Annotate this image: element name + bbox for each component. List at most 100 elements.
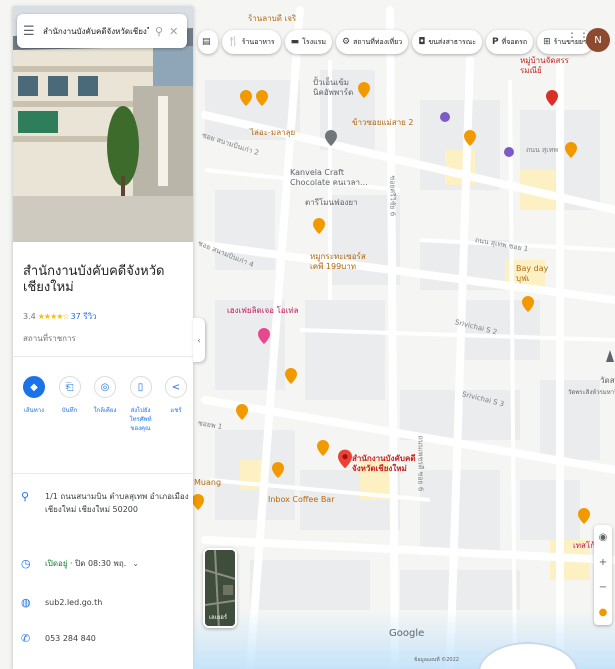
place-category[interactable]: สถานที่ราชการ	[23, 332, 183, 345]
nearby-button[interactable]: ◎ ใกล้เคียง	[90, 376, 120, 433]
restaurant-pin-icon[interactable]	[317, 440, 329, 456]
action-label: บันทึก	[61, 407, 78, 414]
cafe-pin-icon[interactable]	[272, 462, 284, 478]
chip-transit[interactable]: ◘ ขนส่งสาธารณะ	[412, 30, 483, 54]
poi-label[interactable]: Kanvela Craft Chocolate คนเวลา...	[290, 168, 368, 188]
bookmark-icon: ⎗	[58, 376, 81, 398]
layers-label: เลเยอร์	[209, 614, 228, 621]
chip-hotels[interactable]: ▬ โรงแรม	[284, 30, 332, 54]
transit-icon: ◘	[418, 37, 426, 47]
chevron-left-icon: ‹	[197, 335, 201, 345]
restaurant-pin-icon[interactable]	[256, 90, 268, 106]
street-label: ถนนเพชรดี ซอย 6	[416, 435, 425, 492]
restaurant-pin-icon[interactable]	[578, 508, 590, 524]
poi-label[interactable]: ตารีโมนฟองยา	[305, 198, 358, 208]
map-copyright[interactable]: ข้อมูลแผนที่ ©2022	[414, 656, 459, 664]
poi-label[interactable]: ข้าวซอยแม่สาย 2	[352, 118, 414, 128]
hours-detail: · ปิด 08:30 พฤ.	[67, 559, 127, 568]
chip-label: ร้านอาหาร	[241, 37, 275, 46]
poi-label[interactable]: Bay day บุฟเ	[516, 264, 548, 284]
address-row[interactable]: ⚲ 1/1 ถนนสนามบิน ตำบลสุเทพ อำเภอเมืองเชี…	[21, 490, 189, 516]
place-header: สำนักงานบังคับคดีจังหวัดเชียงใหม่ 3.4 ★★…	[13, 242, 193, 345]
chip-label: ขนส่งสาธารณะ	[428, 37, 477, 46]
location-pin-icon: ⚲	[21, 490, 30, 503]
chevron-down-icon[interactable]: ⌄	[132, 559, 139, 568]
send-to-phone-button[interactable]: ▯ ส่งไปยังโทรศัพท์ของคุณ	[126, 376, 156, 433]
chips-scroll-left-button[interactable]: ▤	[198, 30, 218, 54]
street-label: ซอยศรีวิชัย 6	[388, 175, 397, 217]
chip-parking[interactable]: P ที่จอดรถ	[486, 30, 534, 54]
restaurant-icon: 🍴	[227, 37, 239, 47]
poi-label[interactable]: ปั้วเอ็นเข้ม นิคอัพพาร์ต	[313, 78, 353, 98]
chip-label: โรงแรม	[302, 37, 326, 46]
address-text: 1/1 ถนนสนามบิน ตำบลสุเทพ อำเภอเมืองเชียง…	[45, 492, 189, 514]
poi-label[interactable]: หมูกระทะเซอร์ส เคพี 199บาท	[310, 252, 366, 272]
phone-row[interactable]: ✆ 053 284 840	[21, 632, 189, 645]
share-button[interactable]: < แชร์	[161, 376, 191, 433]
poi-label[interactable]: ร้านลาบดี เจริ	[248, 14, 296, 24]
phone-text: 053 284 840	[45, 634, 96, 643]
divider	[13, 473, 193, 474]
hospital-pin-icon[interactable]	[546, 90, 558, 106]
restaurant-pin-icon[interactable]	[236, 404, 248, 420]
menu-icon[interactable]: ☰	[23, 24, 37, 39]
poi-label[interactable]: เฮงเฟยลิดเจอ โอเท่ล	[227, 306, 299, 316]
restaurant-pin-icon[interactable]	[285, 368, 297, 384]
website-row[interactable]: ◍ sub2.led.go.th	[21, 596, 189, 609]
poi-label[interactable]: สำนักงานบังคับคดี จังหวัดเชียงใหม่	[352, 454, 416, 474]
my-location-icon[interactable]: ◉	[599, 532, 608, 543]
divider	[13, 356, 193, 357]
chip-restaurants[interactable]: 🍴 ร้านอาหาร	[221, 30, 281, 54]
close-icon[interactable]: ✕	[169, 25, 178, 38]
poi-label[interactable]: Muang	[194, 478, 221, 488]
action-label: ส่งไปยังโทรศัพท์ของคุณ	[129, 407, 152, 432]
hours-row[interactable]: ◷ เปิดอยู่ · ปิด 08:30 พฤ. ⌄	[21, 557, 189, 570]
avatar[interactable]: N	[586, 28, 610, 52]
poi-label[interactable]: วัดพระสิงห์วรมหาวิหาร	[568, 388, 615, 398]
poi-label[interactable]: วัดสวนพ	[600, 376, 615, 386]
restaurant-pin-icon[interactable]	[565, 142, 577, 158]
rating-stars-icon: ★★★★☆	[37, 312, 70, 321]
restaurant-pin-icon[interactable]	[192, 494, 204, 510]
search-input[interactable]	[43, 26, 149, 36]
pharmacy-icon: ⊞	[543, 37, 551, 47]
poi-label[interactable]: หมู่บ้านจัดสรรรมณีย์	[520, 56, 580, 76]
restaurant-pin-icon[interactable]	[358, 82, 370, 98]
share-icon: <	[165, 376, 187, 398]
reviews-link[interactable]: 37 รีวิว	[71, 310, 97, 323]
hotel-icon: ▬	[290, 37, 300, 47]
send-to-phone-icon: ▯	[129, 376, 152, 398]
zoom-in-button[interactable]: +	[599, 557, 607, 568]
chip-attractions[interactable]: ⚙ สถานที่ท่องเที่ยว	[336, 30, 409, 54]
directions-button[interactable]: ◆ เส้นทาง	[19, 376, 49, 433]
nearby-icon: ◎	[94, 376, 116, 398]
action-label: ใกล้เคียง	[93, 407, 117, 414]
place-pin-icon[interactable]	[325, 130, 337, 146]
parking-icon: P	[492, 37, 499, 47]
open-status: เปิดอยู่	[45, 559, 68, 568]
poi-label[interactable]: เทสโก้	[573, 541, 595, 551]
search-icon[interactable]: ⚲	[155, 25, 163, 38]
save-button[interactable]: ⎗ บันทึก	[55, 376, 85, 433]
layers-button[interactable]: เลเยอร์	[203, 548, 237, 628]
chip-label: ที่จอดรถ	[501, 37, 528, 46]
restaurant-pin-icon[interactable]	[313, 218, 325, 234]
attractions-icon: ⚙	[342, 37, 351, 47]
restaurant-pin-icon[interactable]	[522, 296, 534, 312]
selected-place-pin-icon[interactable]	[338, 448, 352, 470]
poi-label[interactable]: ไล่อะ-มลาลุย	[250, 128, 295, 138]
chip-label: สถานที่ท่องเที่ยว	[353, 37, 403, 46]
poi-label[interactable]: Inbox Coffee Bar	[268, 495, 335, 505]
street-label: ถนน สุเทพ	[526, 146, 558, 154]
restaurant-pin-icon[interactable]	[464, 130, 476, 146]
search-box[interactable]: ☰ ⚲ ✕	[17, 14, 187, 48]
action-buttons: ◆ เส้นทาง ⎗ บันทึก ◎ ใกล้เคียง ▯ ส่งไปยั…	[19, 376, 191, 433]
place-panel: ☰ ⚲ ✕ สำนักงานบังคับคดีจังหวัดเชียงใหม่ …	[13, 6, 193, 669]
collapse-panel-button[interactable]: ‹	[193, 318, 205, 362]
shopping-pin-icon[interactable]	[258, 328, 270, 344]
google-logo: Google	[389, 628, 425, 639]
pegman-icon[interactable]: ●	[599, 607, 608, 618]
zoom-out-button[interactable]: −	[599, 582, 607, 593]
restaurant-pin-icon[interactable]	[240, 90, 252, 106]
temple-pin-icon[interactable]	[604, 350, 615, 366]
